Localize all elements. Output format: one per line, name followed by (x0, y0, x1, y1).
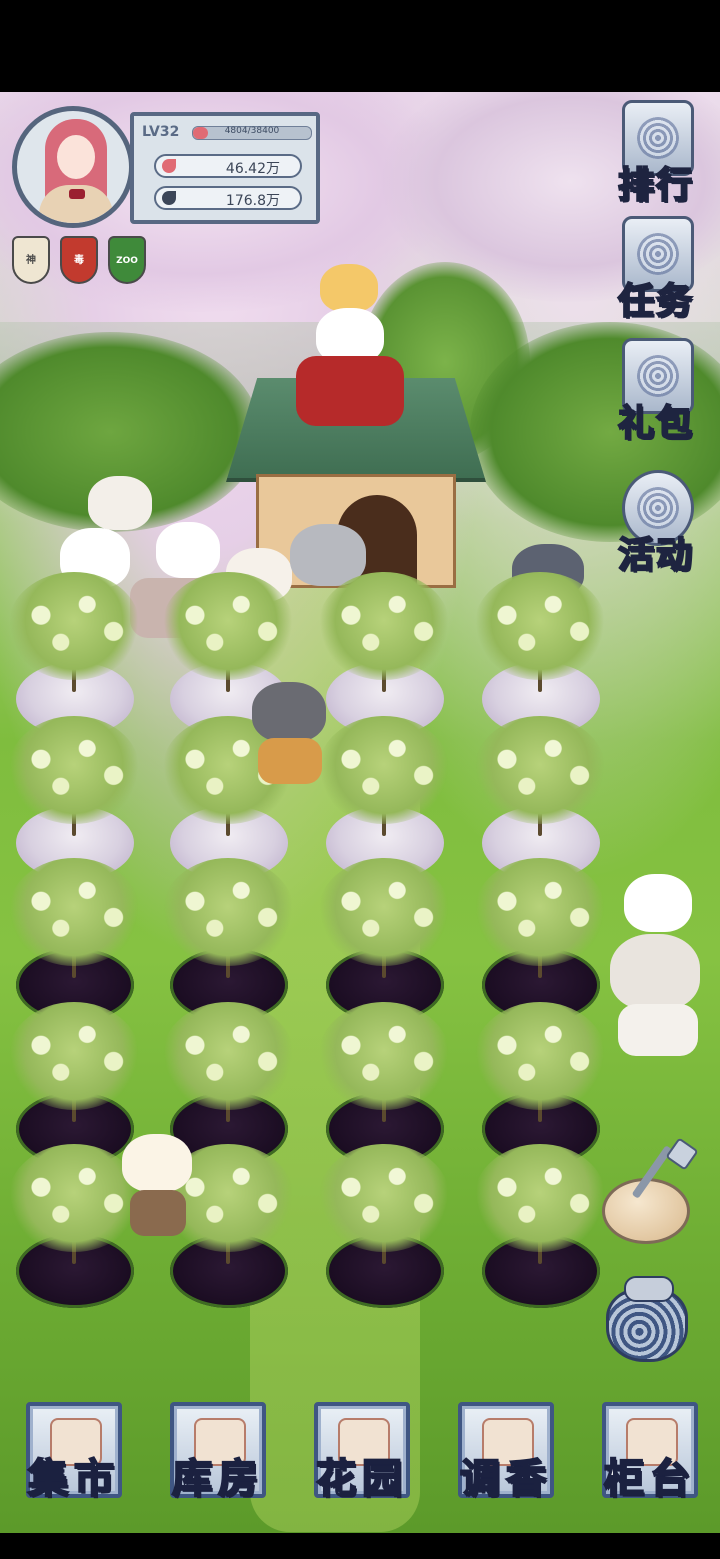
garden-plot[interactable] (162, 858, 294, 1022)
garden-plot[interactable] (162, 1002, 294, 1166)
plant-bush (318, 572, 450, 680)
cat-panda-body (618, 1004, 698, 1056)
badge-zoo[interactable]: ZOO (108, 236, 146, 284)
leaf-icon (162, 191, 176, 205)
garden-plot[interactable] (474, 1144, 606, 1308)
plant-bush (8, 716, 140, 824)
garden-plot[interactable] (8, 716, 140, 880)
plant-bush (162, 858, 294, 966)
nav-garden-label: 花园 (315, 1454, 408, 1503)
cat-panda-hood (610, 934, 700, 1010)
nav-market-label: 集市 (27, 1454, 120, 1503)
plant-bush (8, 572, 140, 680)
plant-bush (162, 572, 294, 680)
player-level: LV32 (142, 124, 180, 140)
cat-head (320, 264, 378, 312)
nav-perfume[interactable]: 调香 (448, 1402, 558, 1510)
garden-plot[interactable] (474, 858, 606, 1022)
cat-deer-antlers[interactable] (244, 668, 344, 788)
bottom-edge (0, 1533, 720, 1559)
cat-calico-face (122, 1134, 192, 1192)
player-profile[interactable]: LV32 4804/38400 46.42万 176.8万 (12, 106, 320, 230)
shovel-pot (602, 1178, 690, 1244)
garden-plot[interactable] (8, 1002, 140, 1166)
cat-calico-head (88, 476, 152, 530)
cat-bow-head (156, 522, 220, 578)
task-label: 任务 (617, 279, 694, 323)
player-stats-panel: LV32 4804/38400 46.42万 176.8万 (130, 112, 320, 224)
xp-bar: 4804/38400 (192, 126, 312, 140)
avatar[interactable] (12, 106, 134, 228)
event-label: 活动 (617, 533, 694, 577)
nav-warehouse-label: 库房 (171, 1454, 264, 1503)
cat-top-head (624, 874, 692, 932)
ranking-label: 排行 (617, 163, 694, 207)
gift-button[interactable]: 礼包 (600, 338, 710, 446)
nav-counter[interactable]: 柜台 (592, 1402, 702, 1510)
garden-plot[interactable] (474, 716, 606, 880)
garden-plot[interactable] (8, 858, 140, 1022)
petal-icon (162, 159, 176, 173)
cat-panda-stack[interactable] (604, 874, 714, 1060)
shovel-button[interactable] (602, 1137, 699, 1246)
garden-plot[interactable] (474, 572, 606, 736)
plant-bush (474, 716, 606, 824)
plant-bush (474, 858, 606, 966)
plant-bush (318, 858, 450, 966)
cat-calico-bottom[interactable] (118, 1130, 208, 1240)
plant-bush (474, 572, 606, 680)
plant-bush (318, 1002, 450, 1110)
plant-bush (474, 1002, 606, 1110)
plant-bush (318, 1144, 450, 1252)
garden-plot[interactable] (318, 858, 450, 1022)
plant-bush (162, 1002, 294, 1110)
cat-deer-body (258, 738, 322, 784)
nav-garden[interactable]: 花园 (304, 1402, 414, 1510)
garden-plot[interactable] (318, 1002, 450, 1166)
nav-warehouse[interactable]: 库房 (160, 1402, 270, 1510)
badge-god[interactable]: 神 (12, 236, 50, 284)
task-button[interactable]: 任务 (600, 216, 710, 324)
leaf-currency: 176.8万 (154, 186, 302, 210)
nav-counter-label: 柜台 (603, 1454, 696, 1503)
badge-poison[interactable]: 毒 (60, 236, 98, 284)
petal-currency: 46.42万 (154, 154, 302, 178)
leaf-amount: 176.8万 (225, 193, 280, 209)
gift-label: 礼包 (617, 401, 694, 445)
garden-plot[interactable] (318, 1144, 450, 1308)
cat-robe (296, 356, 404, 426)
ranking-button[interactable]: 排行 (600, 100, 710, 208)
cat-calico-clothes (130, 1190, 186, 1236)
plant-bush (474, 1144, 606, 1252)
xp-text: 4804/38400 (224, 126, 280, 136)
event-button[interactable]: 活动 (600, 470, 710, 578)
status-bar-area (0, 0, 720, 92)
nav-market[interactable]: 集市 (16, 1402, 126, 1510)
garden-plot[interactable] (474, 1002, 606, 1166)
plant-bush (8, 858, 140, 966)
garden-plot[interactable] (8, 572, 140, 736)
cat-on-roof[interactable] (296, 264, 406, 434)
plant-bush (8, 1002, 140, 1110)
nav-perfume-label: 调香 (459, 1454, 552, 1503)
cat-deer-head (252, 682, 326, 742)
petal-amount: 46.42万 (225, 161, 280, 177)
badge-row: 神 毒 ZOO (12, 236, 152, 290)
seed-bag-button[interactable] (602, 1276, 692, 1366)
